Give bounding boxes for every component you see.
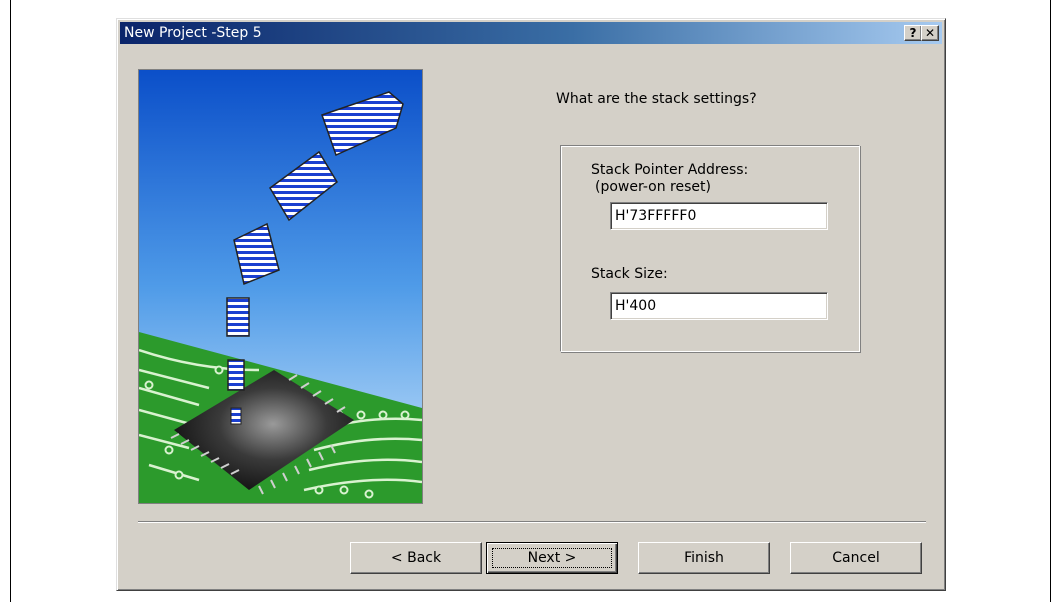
wizard-prompt: What are the stack settings? (556, 91, 757, 107)
new-project-dialog: New Project -Step 5 ? ✕ What are the sta… (116, 18, 946, 591)
next-button[interactable]: Next > (486, 542, 618, 574)
button-separator (138, 521, 926, 523)
dialog-title: New Project -Step 5 (124, 25, 262, 41)
chip-illustration-image (139, 70, 422, 503)
help-button[interactable]: ? (904, 25, 922, 41)
stack-pointer-label: Stack Pointer Address: (591, 162, 749, 178)
document-border-left (10, 0, 11, 602)
back-button[interactable]: < Back (350, 542, 482, 574)
stack-pointer-address-field[interactable] (610, 202, 828, 230)
cancel-button[interactable]: Cancel (790, 542, 922, 574)
back-button-label: < Back (390, 550, 442, 566)
finish-button[interactable]: Finish (638, 542, 770, 574)
close-button[interactable]: ✕ (921, 25, 939, 41)
title-bar[interactable]: New Project -Step 5 ? ✕ (120, 22, 942, 44)
document-border-right (1050, 0, 1051, 602)
stack-size-label: Stack Size: (591, 266, 668, 282)
stack-size-field[interactable] (610, 292, 828, 320)
finish-button-label: Finish (684, 550, 724, 566)
stack-settings-group: Stack Pointer Address: (power-on reset) … (560, 145, 860, 352)
wizard-illustration (138, 69, 423, 504)
stack-pointer-sublabel: (power-on reset) (595, 179, 711, 195)
focus-indicator (492, 548, 612, 568)
cancel-button-label: Cancel (832, 550, 880, 566)
